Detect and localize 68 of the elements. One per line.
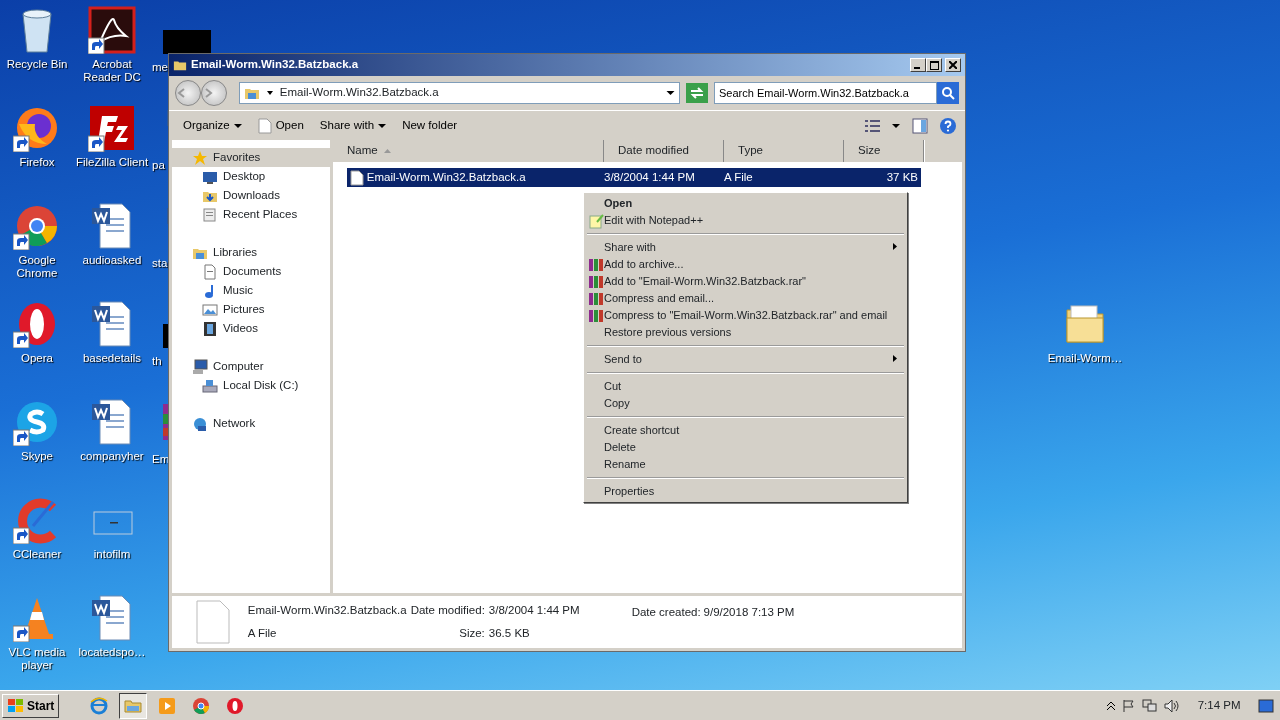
desktop-icon-label[interactable]: FileZilla Client bbox=[75, 156, 149, 169]
toolbar-button[interactable]: Open bbox=[251, 114, 310, 137]
toolbar-button[interactable]: New folder bbox=[396, 114, 464, 137]
nav-item[interactable]: Music bbox=[172, 281, 330, 300]
file-name: Email-Worm.Win32.Batzback.a bbox=[247, 602, 407, 618]
field-value: 9/9/2018 7:13 PM bbox=[703, 605, 795, 620]
menu-item[interactable]: Rename bbox=[586, 456, 906, 473]
menu-item[interactable]: Send to bbox=[586, 351, 906, 368]
file-name: Email-Worm.Win32.Batzback.a bbox=[366, 169, 526, 185]
menu-item[interactable]: Open bbox=[586, 195, 906, 212]
desktop-icon-label[interactable]: audioasked bbox=[82, 254, 142, 267]
column-header[interactable]: Type bbox=[724, 140, 844, 162]
desktop-icon-label[interactable]: Email-Worm… bbox=[1047, 352, 1123, 365]
nav-item[interactable]: Libraries bbox=[172, 243, 330, 262]
desktop-icon-label[interactable]: Firefox bbox=[19, 156, 55, 169]
nav-item[interactable]: Desktop bbox=[172, 167, 330, 186]
toolbar-button[interactable]: Share with bbox=[313, 114, 393, 137]
menu-item[interactable]: Delete bbox=[586, 439, 906, 456]
file-type: A File bbox=[724, 170, 753, 183]
field-value: 3/8/2004 1:44 PM bbox=[488, 602, 580, 618]
field-label: Size: bbox=[458, 626, 485, 641]
nav-item[interactable]: Local Disk (C:) bbox=[172, 376, 330, 395]
menu-item[interactable]: Cut bbox=[586, 378, 906, 395]
column-header[interactable]: Date modified bbox=[604, 140, 724, 162]
desktop-icon-label[interactable]: pa bbox=[152, 157, 165, 175]
nav-item[interactable]: Pictures bbox=[172, 300, 330, 319]
column-header[interactable]: Name bbox=[333, 140, 604, 162]
menu-item[interactable]: Copy bbox=[586, 395, 906, 412]
nav-item[interactable]: Favorites bbox=[172, 148, 330, 167]
field-value: 36.5 KB bbox=[488, 626, 531, 641]
nav-item[interactable]: Network bbox=[172, 414, 330, 433]
toolbar-button[interactable]: Organize bbox=[177, 114, 248, 137]
nav-item[interactable]: Recent Places bbox=[172, 205, 330, 224]
nav-item[interactable]: Videos bbox=[172, 319, 330, 338]
field-label: Date modified: bbox=[410, 602, 485, 618]
desktop-icon-label[interactable]: me bbox=[152, 59, 168, 77]
desktop-icon-label[interactable]: Recycle Bin bbox=[6, 58, 68, 71]
menu-item[interactable]: Compress and email... bbox=[586, 290, 906, 307]
address-bar[interactable]: Email-Worm.Win32.Batzback.a bbox=[238, 82, 680, 104]
nav-item[interactable]: Documents bbox=[172, 262, 330, 281]
menu-item[interactable]: Compress to "Email-Worm.Win32.Batzback.rar" and email bbox=[586, 307, 906, 324]
desktop-icon-label[interactable]: th bbox=[152, 353, 162, 371]
column-header[interactable]: Size bbox=[844, 140, 924, 162]
desktop-icon-label[interactable]: companyher bbox=[80, 450, 144, 463]
file-row[interactable]: Email-Worm.Win32.Batzback.a 3/8/2004 1:44 PM A File 37 KB bbox=[347, 168, 921, 187]
menu-item[interactable]: Edit with Notepad++ bbox=[586, 212, 906, 229]
nav-item[interactable]: Downloads bbox=[172, 186, 330, 205]
nav-item[interactable]: Computer bbox=[172, 357, 330, 376]
start-button[interactable]: Start bbox=[2, 693, 60, 718]
search-field[interactable]: Search Email-Worm.Win32.Batzback.a bbox=[714, 82, 937, 104]
desktop-icon-label[interactable]: Google Chrome bbox=[0, 254, 74, 280]
menu-item[interactable]: Properties bbox=[586, 483, 906, 500]
file-date: 3/8/2004 1:44 PM bbox=[604, 170, 695, 183]
desktop-icon-label[interactable]: Skype bbox=[21, 450, 53, 463]
desktop-icon-label[interactable]: sta bbox=[152, 255, 168, 273]
desktop-icon-label[interactable]: Opera bbox=[21, 352, 53, 365]
menu-item[interactable]: Add to archive... bbox=[586, 256, 906, 273]
menu-item[interactable]: Share with bbox=[586, 239, 906, 256]
field-label: Date created: bbox=[631, 605, 701, 620]
file-size: 37 KB bbox=[886, 170, 918, 183]
window-title: Email-Worm.Win32.Batzback.a bbox=[191, 57, 360, 73]
menu-item[interactable]: Create shortcut bbox=[586, 422, 906, 439]
menu-item[interactable]: Add to "Email-Worm.Win32.Batzback.rar" bbox=[586, 273, 906, 290]
file-type: A File bbox=[247, 625, 278, 641]
desktop-icon-label[interactable]: Acrobat Reader DC bbox=[75, 58, 149, 84]
menu-item[interactable]: Restore previous versions bbox=[586, 324, 906, 341]
clock[interactable]: 7:14 PM bbox=[1197, 696, 1241, 715]
desktop-icon-label[interactable]: basedetails bbox=[82, 352, 142, 365]
